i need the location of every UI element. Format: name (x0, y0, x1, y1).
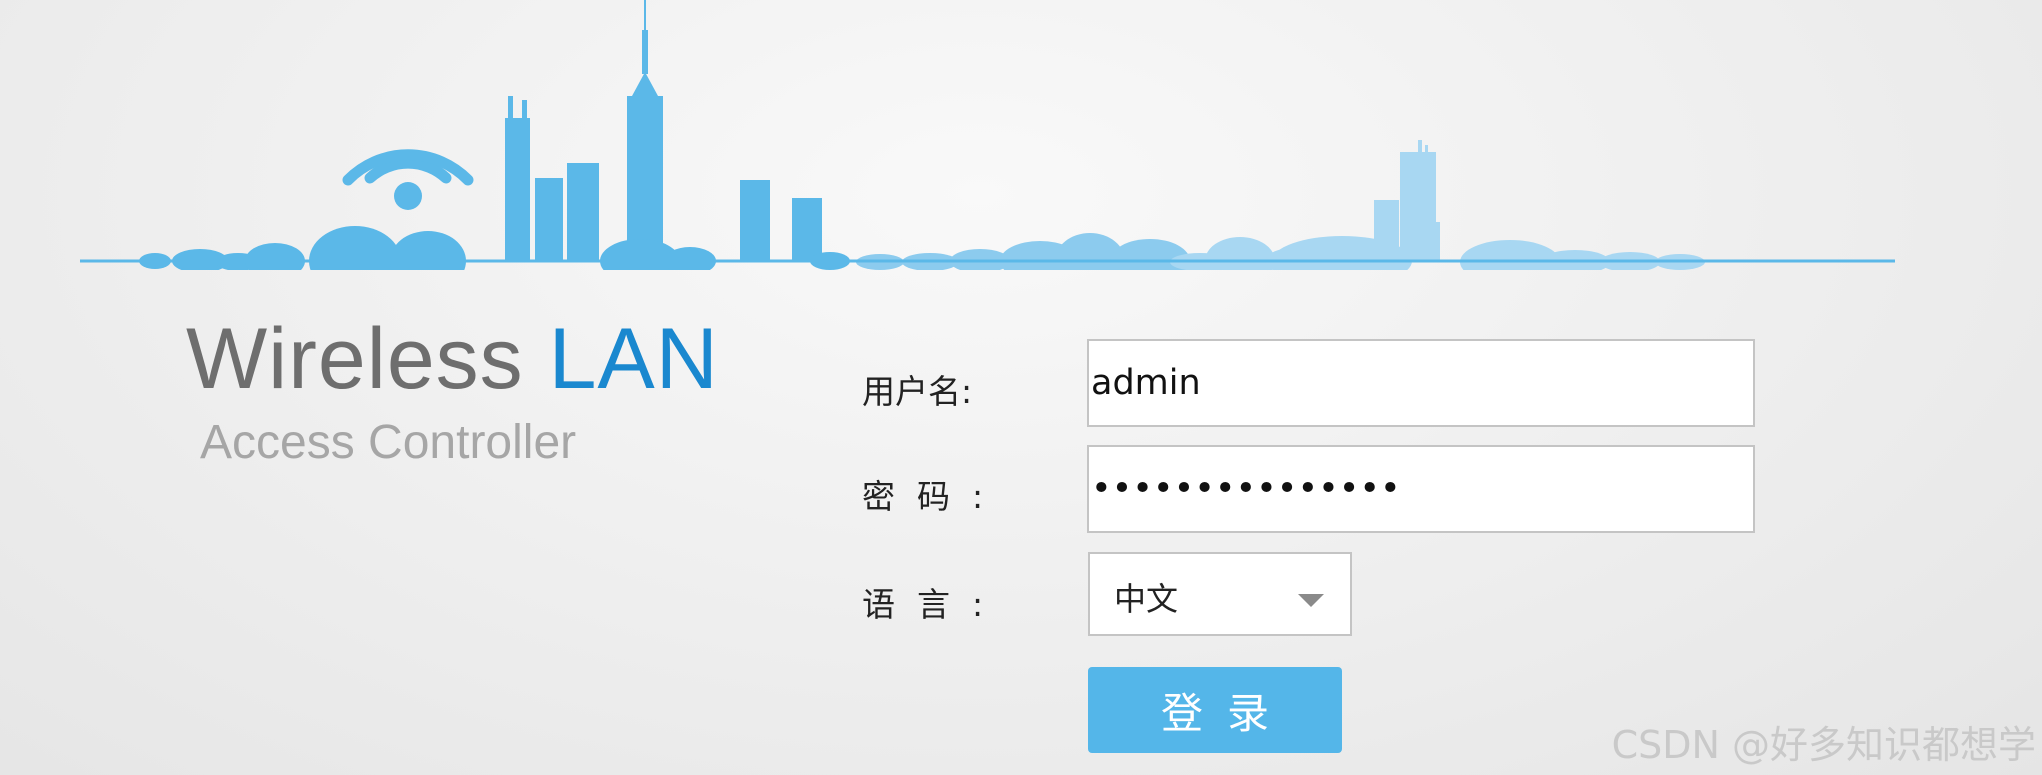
wifi-icon (342, 149, 474, 210)
brand-title: Wireless LAN (186, 316, 719, 402)
language-label-text: 语言 (862, 585, 972, 624)
brand-title-main: Wireless (186, 311, 524, 407)
chevron-down-icon (1298, 594, 1324, 607)
password-label: 密码: (862, 470, 983, 518)
password-label-colon: : (972, 477, 984, 516)
watermark: CSDN @好多知识都想学 (1611, 723, 2036, 767)
password-input[interactable] (1087, 445, 1755, 533)
language-select[interactable]: 中文 (1088, 552, 1352, 636)
city-skyline-illustration (80, 0, 1895, 270)
username-label-colon: : (961, 372, 973, 411)
language-label: 语言: (862, 578, 983, 626)
skyline-left-group (139, 0, 850, 270)
language-select-value: 中文 (1114, 580, 1179, 618)
username-label-text: 用户名 (862, 372, 961, 411)
login-button[interactable]: 登录 (1088, 667, 1342, 753)
password-label-text: 密码 (862, 477, 972, 516)
skyline-middle-group (856, 233, 1190, 270)
username-input[interactable] (1087, 339, 1755, 427)
brand-title-accent: LAN (548, 311, 719, 407)
skyline-right-group (1170, 140, 1705, 270)
language-label-colon: : (972, 585, 984, 624)
username-label: 用户名: (862, 365, 972, 413)
brand-subtitle: Access Controller (200, 416, 577, 469)
